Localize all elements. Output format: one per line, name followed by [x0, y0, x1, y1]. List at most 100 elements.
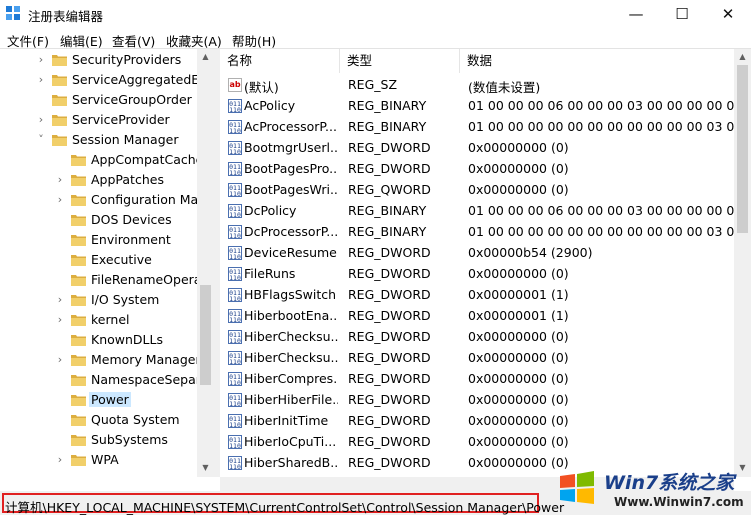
- value-row[interactable]: ab (默认) REG_SZ (数值未设置): [220, 75, 734, 96]
- binary-value-icon: 011 110: [228, 456, 242, 471]
- expand-chevron-icon[interactable]: ›: [36, 113, 46, 126]
- value-name: BootPagesPro...: [244, 161, 338, 176]
- value-type: REG_DWORD: [348, 308, 431, 323]
- registry-tree[interactable]: › SecurityProviders › ServiceAggregatedEv Se…: [0, 49, 214, 477]
- value-data: 0x00000000 (0): [468, 266, 569, 281]
- value-row[interactable]: 011 110 DcPolicy REG_BINARY 01 00 00 00 06 …: [220, 201, 734, 222]
- binary-value-icon: 011 110: [228, 309, 242, 324]
- value-data: (数值未设置): [468, 80, 541, 95]
- value-row[interactable]: 011 110 HiberChecksu... REG_DWORD 0x0000000…: [220, 348, 734, 369]
- tree-node[interactable]: › Memory Manager: [0, 350, 214, 370]
- tree-node[interactable]: SubSystems: [0, 430, 214, 450]
- tree-node[interactable]: ServiceGroupOrder: [0, 90, 214, 110]
- value-type: REG_BINARY: [348, 203, 427, 218]
- folder-icon: [71, 395, 86, 406]
- tree-node[interactable]: › WPA: [0, 450, 214, 470]
- value-name: FileRuns: [244, 266, 296, 281]
- tree-node-label: Memory Manager: [91, 352, 201, 367]
- value-name: BootmgrUserl...: [244, 140, 338, 155]
- value-data: 0x00000000 (0): [468, 329, 569, 344]
- tree-node[interactable]: › I/O System: [0, 290, 214, 310]
- binary-value-icon: 011 110: [228, 99, 242, 114]
- regedit-app-icon: [6, 6, 20, 20]
- tree-node[interactable]: › AppPatches: [0, 170, 214, 190]
- value-name: HBFlagsSwitch: [244, 287, 337, 302]
- folder-icon: [52, 55, 67, 66]
- tree-node[interactable]: Power: [0, 390, 214, 410]
- value-row[interactable]: 011 110 HiberCompres... REG_DWORD 0x0000000…: [220, 369, 734, 390]
- value-name: HiberCompres...: [244, 371, 338, 386]
- value-row[interactable]: 011 110 AcPolicy REG_BINARY 01 00 00 00 06 …: [220, 96, 734, 117]
- expand-chevron-icon[interactable]: ›: [36, 53, 46, 66]
- value-row[interactable]: 011 110 HiberChecksu... REG_DWORD 0x0000000…: [220, 327, 734, 348]
- watermark: Win7系统之家 Www.Winwin7.com: [556, 462, 751, 515]
- tree-node[interactable]: NamespaceSepara: [0, 370, 214, 390]
- tree-node[interactable]: › ServiceAggregatedEv: [0, 70, 214, 90]
- expand-chevron-icon[interactable]: ›: [55, 353, 65, 366]
- tree-node[interactable]: › ServiceProvider: [0, 110, 214, 130]
- column-type[interactable]: 类型: [340, 49, 460, 73]
- maximize-button[interactable]: ☐: [659, 0, 705, 27]
- tree-node[interactable]: › SecurityProviders: [0, 50, 214, 70]
- value-data: 01 00 00 00 00 00 00 00 00 00 00 00 03 0…: [468, 119, 734, 134]
- value-type: REG_DWORD: [348, 161, 431, 176]
- value-row[interactable]: 011 110 BootPagesWri... REG_QWORD 0x0000000…: [220, 180, 734, 201]
- value-row[interactable]: 011 110 BootmgrUserl... REG_DWORD 0x0000000…: [220, 138, 734, 159]
- value-row[interactable]: 011 110 DcProcessorP... REG_BINARY 01 00 00…: [220, 222, 734, 243]
- values-scrollbar[interactable]: ▲ ▼: [734, 49, 751, 477]
- expand-chevron-icon[interactable]: ›: [36, 73, 46, 86]
- string-value-icon: ab: [228, 78, 242, 92]
- tree-node[interactable]: › Configuration Mar: [0, 190, 214, 210]
- value-name: DcPolicy: [244, 203, 297, 218]
- values-scroll-thumb[interactable]: [737, 65, 748, 233]
- value-name: HiberHiberFile...: [244, 392, 338, 407]
- value-row[interactable]: 011 110 FileRuns REG_DWORD 0x00000000 (0): [220, 264, 734, 285]
- expand-chevron-icon[interactable]: ›: [55, 293, 65, 306]
- value-row[interactable]: 011 110 AcProcessorP... REG_BINARY 01 00 00…: [220, 117, 734, 138]
- tree-node[interactable]: AppCompatCache: [0, 150, 214, 170]
- value-row[interactable]: 011 110 HiberHiberFile... REG_DWORD 0x00000…: [220, 390, 734, 411]
- value-row[interactable]: 011 110 HiberbootEna... REG_DWORD 0x0000000…: [220, 306, 734, 327]
- tree-node-label: I/O System: [91, 292, 160, 307]
- tree-scroll-thumb[interactable]: [200, 285, 211, 385]
- tree-node[interactable]: KnownDLLs: [0, 330, 214, 350]
- window-title: 注册表编辑器: [28, 9, 104, 24]
- tree-node[interactable]: DOS Devices: [0, 210, 214, 230]
- value-row[interactable]: 011 110 HiberInitTime REG_DWORD 0x00000000 …: [220, 411, 734, 432]
- tree-node-label: AppPatches: [91, 172, 164, 187]
- tree-node-label: ServiceGroupOrder: [72, 92, 192, 107]
- tree-node-label: WPA: [91, 452, 119, 467]
- value-data: 0x00000000 (0): [468, 140, 569, 155]
- tree-node[interactable]: ˅ Session Manager: [0, 130, 214, 150]
- tree-node[interactable]: Environment: [0, 230, 214, 250]
- value-row[interactable]: 011 110 HiberIoCpuTi... REG_DWORD 0x0000000…: [220, 432, 734, 453]
- minimize-button[interactable]: —: [613, 0, 659, 27]
- tree-scrollbar[interactable]: ▲ ▼: [197, 49, 214, 477]
- value-data: 0x00000b54 (2900): [468, 245, 593, 260]
- value-row[interactable]: 011 110 HBFlagsSwitch REG_DWORD 0x00000001 …: [220, 285, 734, 306]
- binary-value-icon: 011 110: [228, 393, 242, 408]
- expand-chevron-icon[interactable]: ›: [55, 313, 65, 326]
- value-name: HiberChecksu...: [244, 350, 338, 365]
- tree-node[interactable]: FileRenameOperat: [0, 270, 214, 290]
- scroll-up-icon[interactable]: ▲: [197, 52, 214, 61]
- close-button[interactable]: ✕: [705, 0, 751, 27]
- expand-chevron-icon[interactable]: ›: [55, 173, 65, 186]
- value-name: HiberIoCpuTi...: [244, 434, 337, 449]
- column-data[interactable]: 数据: [460, 49, 734, 73]
- scroll-up-icon[interactable]: ▲: [734, 52, 751, 61]
- tree-node-label: SecurityProviders: [72, 52, 182, 67]
- expand-chevron-icon[interactable]: ›: [55, 453, 65, 466]
- value-data: 01 00 00 00 00 00 00 00 00 00 00 00 03 0…: [468, 224, 734, 239]
- value-row[interactable]: 011 110 BootPagesPro... REG_DWORD 0x0000000…: [220, 159, 734, 180]
- collapse-chevron-icon[interactable]: ˅: [36, 133, 46, 146]
- tree-node[interactable]: Quota System: [0, 410, 214, 430]
- value-row[interactable]: 011 110DeviceResume... REG_DWORD 0x00000b5…: [220, 243, 734, 264]
- tree-node[interactable]: Executive: [0, 250, 214, 270]
- value-type: REG_DWORD: [348, 329, 431, 344]
- tree-node[interactable]: › kernel: [0, 310, 214, 330]
- value-type: REG_DWORD: [348, 413, 431, 428]
- scroll-down-icon[interactable]: ▼: [197, 463, 214, 472]
- expand-chevron-icon[interactable]: ›: [55, 193, 65, 206]
- column-name[interactable]: 名称: [220, 49, 340, 73]
